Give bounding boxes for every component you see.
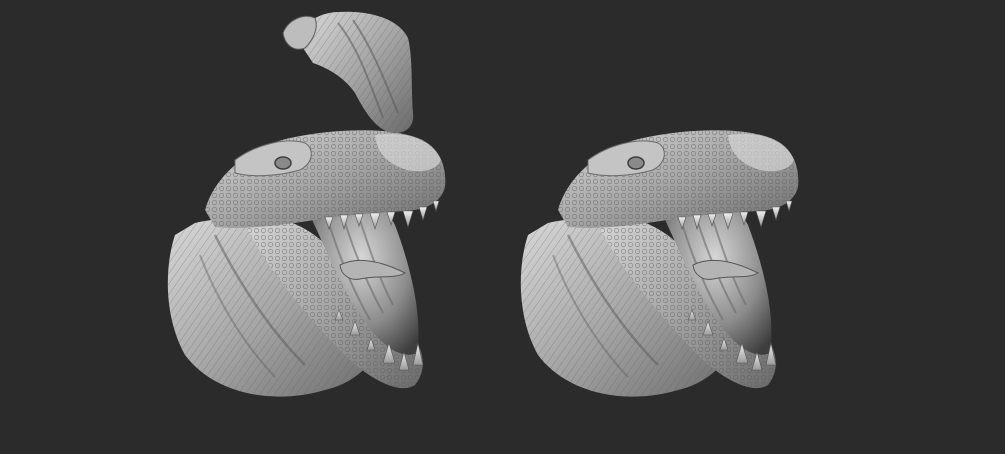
viewport-canvas[interactable] [0,0,1005,454]
dinosaur-sculpt-right[interactable] [519,128,800,398]
dinosaur-sculpt-left[interactable] [166,10,447,398]
sculpt-render [166,10,800,398]
